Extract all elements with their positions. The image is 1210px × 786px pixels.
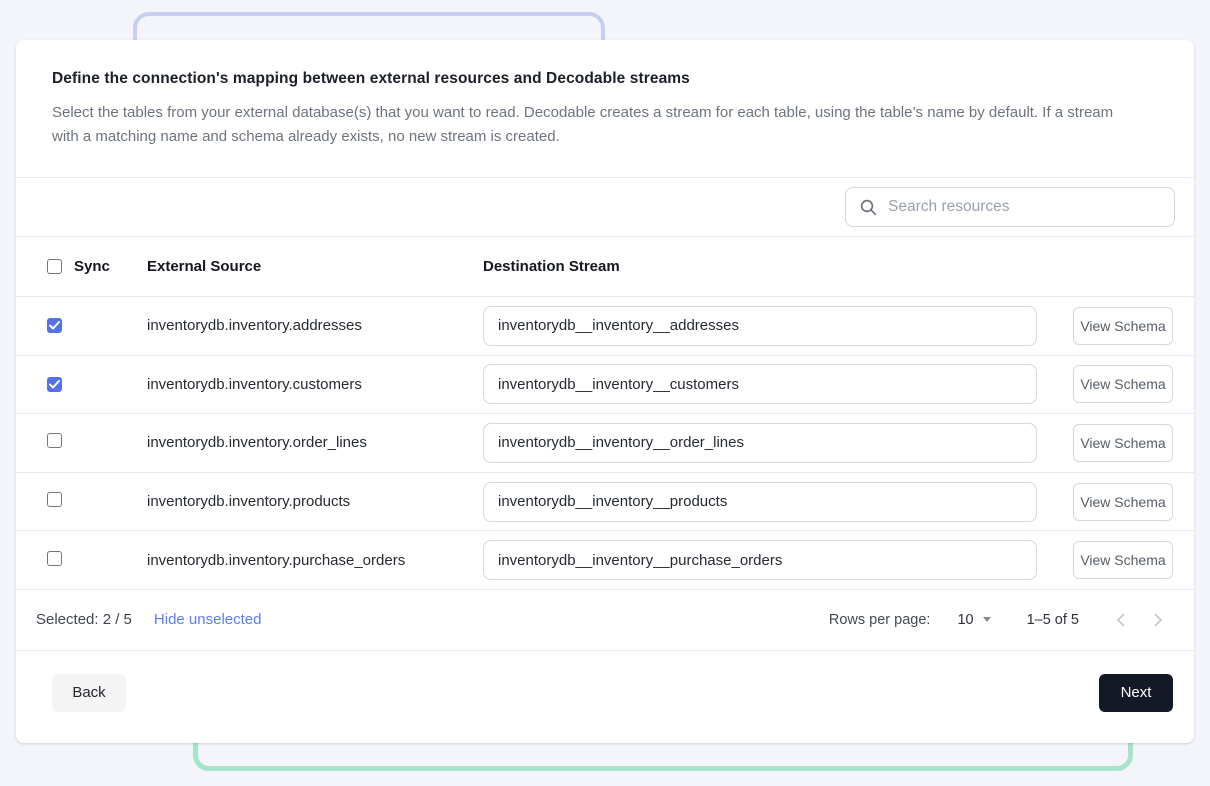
destination-stream-input[interactable] bbox=[483, 482, 1037, 522]
external-source-label: inventorydb.inventory.order_lines bbox=[147, 434, 483, 451]
table-header-row: Sync External Source Destination Stream bbox=[16, 237, 1194, 297]
external-source-label: inventorydb.inventory.addresses bbox=[147, 317, 483, 334]
sync-checkbox[interactable] bbox=[47, 492, 62, 507]
search-input[interactable] bbox=[888, 198, 1162, 216]
hide-unselected-link[interactable]: Hide unselected bbox=[154, 611, 262, 628]
modal-actions: Back Next bbox=[16, 651, 1194, 743]
next-button[interactable]: Next bbox=[1099, 674, 1173, 712]
chevron-down-icon bbox=[983, 617, 991, 622]
column-header-external-source: External Source bbox=[147, 258, 483, 275]
pagination-bar: Selected: 2 / 5 Hide unselected Rows per… bbox=[16, 590, 1194, 651]
rows-per-page-label: Rows per page: bbox=[829, 612, 931, 628]
modal-header: Define the connection's mapping between … bbox=[16, 40, 1194, 178]
mapping-modal: Define the connection's mapping between … bbox=[16, 40, 1194, 743]
view-schema-button[interactable]: View Schema bbox=[1073, 365, 1173, 403]
modal-description: Select the tables from your external dat… bbox=[52, 101, 1136, 149]
destination-stream-input[interactable] bbox=[483, 540, 1037, 580]
rows-per-page-value: 10 bbox=[957, 612, 973, 628]
sync-checkbox[interactable] bbox=[47, 551, 62, 566]
external-source-label: inventorydb.inventory.purchase_orders bbox=[147, 552, 483, 569]
destination-stream-input[interactable] bbox=[483, 306, 1037, 346]
page-range: 1–5 of 5 bbox=[1027, 612, 1079, 628]
next-page-button[interactable] bbox=[1145, 607, 1171, 633]
back-button[interactable]: Back bbox=[52, 674, 126, 712]
previous-page-button[interactable] bbox=[1107, 607, 1133, 633]
table-row: inventorydb.inventory.order_lines View S… bbox=[16, 414, 1194, 473]
modal-title: Define the connection's mapping between … bbox=[52, 70, 1150, 88]
search-toolbar bbox=[16, 178, 1194, 237]
destination-stream-input[interactable] bbox=[483, 364, 1037, 404]
view-schema-button[interactable]: View Schema bbox=[1073, 541, 1173, 579]
view-schema-button[interactable]: View Schema bbox=[1073, 483, 1173, 521]
search-icon bbox=[860, 199, 877, 216]
view-schema-button[interactable]: View Schema bbox=[1073, 307, 1173, 345]
column-header-sync: Sync bbox=[74, 258, 110, 275]
sync-checkbox[interactable] bbox=[47, 318, 62, 333]
view-schema-button[interactable]: View Schema bbox=[1073, 424, 1173, 462]
column-header-destination-stream: Destination Stream bbox=[483, 258, 1058, 275]
select-all-checkbox[interactable] bbox=[47, 259, 62, 274]
destination-stream-input[interactable] bbox=[483, 423, 1037, 463]
rows-per-page-select[interactable]: 10 bbox=[957, 612, 990, 628]
table-row: inventorydb.inventory.addresses View Sch… bbox=[16, 297, 1194, 356]
table-row: inventorydb.inventory.customers View Sch… bbox=[16, 356, 1194, 415]
external-source-label: inventorydb.inventory.products bbox=[147, 493, 483, 510]
search-box[interactable] bbox=[845, 187, 1175, 227]
selected-count: Selected: 2 / 5 bbox=[36, 611, 132, 628]
table-row: inventorydb.inventory.products View Sche… bbox=[16, 473, 1194, 532]
external-source-label: inventorydb.inventory.customers bbox=[147, 376, 483, 393]
sync-checkbox[interactable] bbox=[47, 377, 62, 392]
sync-checkbox[interactable] bbox=[47, 433, 62, 448]
chevron-right-icon bbox=[1154, 613, 1163, 627]
resource-table-body: inventorydb.inventory.addresses View Sch… bbox=[16, 297, 1194, 590]
chevron-left-icon bbox=[1116, 613, 1125, 627]
table-row: inventorydb.inventory.purchase_orders Vi… bbox=[16, 531, 1194, 590]
